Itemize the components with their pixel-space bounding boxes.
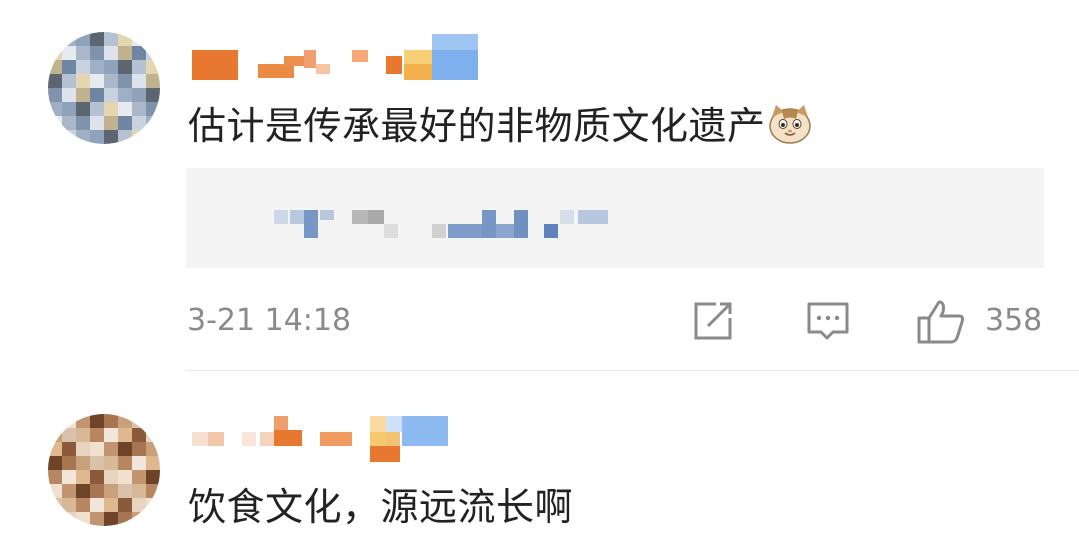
like-count: 358 [985,303,1043,338]
comment-icon [807,302,849,340]
thumbs-up-icon [917,300,965,344]
cat-face-emoji [768,103,812,145]
timestamp: 3-21 14:18 [187,303,352,338]
avatar[interactable] [48,414,160,526]
reply-preview[interactable] [186,168,1044,268]
divider [186,370,1079,371]
share-icon [694,302,732,340]
comment-item: 饮食文化，源远流长啊 [0,372,1079,544]
comment-button[interactable] [805,296,851,346]
comment-item: 估计是传承最好的非物质文化遗产 3-21 14:18 358 [0,0,1079,372]
avatar[interactable] [48,32,160,144]
username-pixelated[interactable] [192,416,452,462]
comment-text: 估计是传承最好的非物质文化遗产 [188,95,812,150]
like-button[interactable]: 358 [915,296,1045,346]
username-pixelated[interactable] [192,34,482,80]
comment-text: 饮食文化，源远流长啊 [188,485,574,529]
share-button[interactable] [690,296,736,346]
